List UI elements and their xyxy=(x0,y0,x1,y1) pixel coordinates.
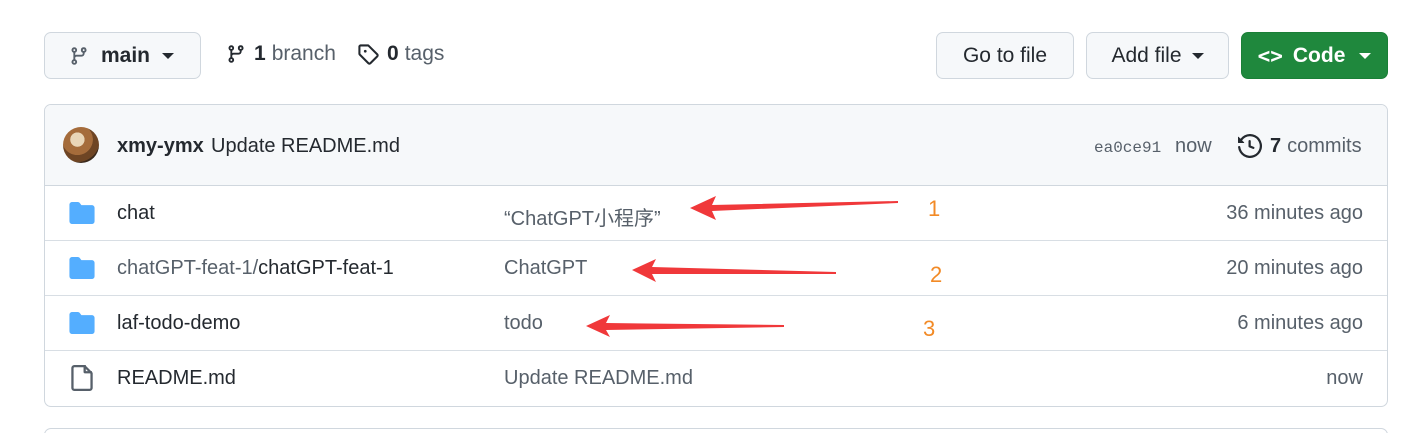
commit-time: now xyxy=(1175,135,1212,157)
commit-author[interactable]: xmy-ymx xyxy=(117,135,204,158)
folder-icon xyxy=(69,202,95,224)
add-file-button[interactable]: Add file xyxy=(1086,32,1229,79)
commits-history-link[interactable]: 7 commits xyxy=(1238,134,1362,158)
file-commit-message[interactable]: ChatGPT xyxy=(504,257,587,280)
file-name-link[interactable]: laf-todo-demo xyxy=(117,312,240,335)
file-commit-time: 20 minutes ago xyxy=(1226,257,1363,279)
branches-label: branch xyxy=(271,42,336,65)
file-commit-time: 6 minutes ago xyxy=(1237,312,1363,334)
commit-message[interactable]: Update README.md xyxy=(211,135,400,158)
annotation-number-2: 2 xyxy=(930,262,943,287)
go-to-file-button[interactable]: Go to file xyxy=(936,32,1074,79)
tags-link[interactable]: 0 tags xyxy=(357,42,444,66)
history-icon xyxy=(1238,134,1262,158)
avatar[interactable] xyxy=(63,127,99,163)
commits-label: commits xyxy=(1287,134,1362,157)
file-commit-time: now xyxy=(1326,367,1363,389)
branch-name: main xyxy=(101,43,151,67)
tags-label: tags xyxy=(404,42,445,65)
tag-icon xyxy=(358,44,379,65)
branches-link[interactable]: 1 branch xyxy=(226,42,336,66)
tags-count: 0 xyxy=(387,42,399,65)
annotation-number-1: 1 xyxy=(928,196,941,221)
go-to-file-label: Go to file xyxy=(962,43,1048,67)
folder-icon xyxy=(69,312,95,334)
file-name-prefix: chatGPT-feat-1/ xyxy=(117,257,259,279)
file-commit-message[interactable]: Update README.md xyxy=(504,367,693,390)
chevron-down-icon xyxy=(1191,52,1204,59)
file-icon xyxy=(71,365,93,391)
annotation-arrow-1 xyxy=(690,196,898,220)
chevron-down-icon xyxy=(162,52,175,59)
file-name: chat xyxy=(117,202,155,224)
add-file-label: Add file xyxy=(1111,43,1182,67)
code-icon: <> xyxy=(1257,43,1283,68)
code-label: Code xyxy=(1292,43,1346,67)
branches-count: 1 xyxy=(254,42,266,65)
file-name-link[interactable]: chatGPT-feat-1/chatGPT-feat-1 xyxy=(117,257,394,280)
annotation-arrow-3 xyxy=(586,315,784,337)
annotation-number-3: 3 xyxy=(923,316,936,341)
file-row[interactable]: README.md Update README.md now xyxy=(45,351,1387,406)
commits-count: 7 xyxy=(1270,134,1282,157)
git-branch-icon xyxy=(228,45,244,63)
chevron-down-icon xyxy=(1359,52,1372,59)
file-commit-message[interactable]: “ChatGPT小程序” xyxy=(504,202,661,231)
git-branch-icon xyxy=(71,46,87,65)
folder-icon xyxy=(69,257,95,279)
file-commit-message[interactable]: todo xyxy=(504,312,543,335)
next-section-edge xyxy=(44,428,1388,433)
commit-sha[interactable]: ea0ce91 xyxy=(1094,139,1161,157)
file-commit-time: 36 minutes ago xyxy=(1226,202,1363,224)
code-button[interactable]: <> Code xyxy=(1241,32,1388,79)
file-name: README.md xyxy=(117,367,236,389)
repo-toolbar: main 1 branch 0 tags Go to file Add file… xyxy=(0,0,1403,100)
file-name: laf-todo-demo xyxy=(117,312,241,334)
file-name: chatGPT-feat-1 xyxy=(258,257,394,279)
annotation-arrow-2 xyxy=(632,259,836,282)
file-name-link[interactable]: chat xyxy=(117,202,155,225)
latest-commit-bar: xmy-ymx Update README.md ea0ce91 now 7 c… xyxy=(45,105,1387,186)
branch-selector-button[interactable]: main xyxy=(44,32,201,79)
file-name-link[interactable]: README.md xyxy=(117,367,236,390)
